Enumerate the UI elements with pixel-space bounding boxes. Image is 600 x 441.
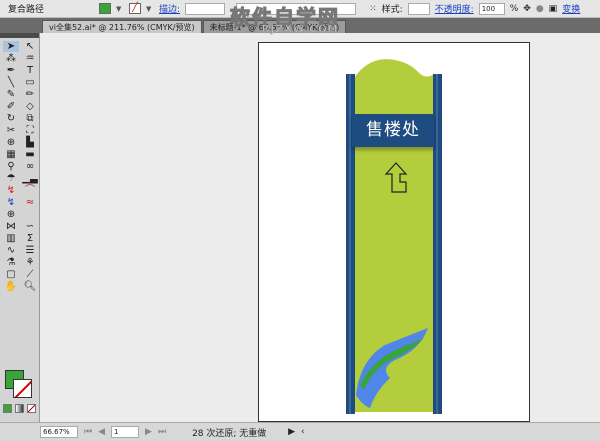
status-menu-icon[interactable]: ▶: [288, 427, 295, 437]
page-dropdown[interactable]: 1: [111, 426, 140, 438]
scroll-left-icon[interactable]: ‹: [301, 427, 305, 437]
prev-page-icon[interactable]: ◀: [98, 427, 105, 437]
watermark-url: RJZXW.COM: [262, 24, 339, 36]
sign-artwork[interactable]: [0, 0, 600, 441]
status-text: 28 次还原; 无重做: [192, 428, 267, 439]
zoom-dropdown[interactable]: 66.67%: [40, 426, 78, 438]
last-page-icon[interactable]: ⏭: [158, 427, 166, 437]
status-bar: 66.67% ⏮ ◀ 1 ▶ ⏭ 28 次还原; 无重做 ▶ ‹: [0, 422, 600, 441]
first-page-icon[interactable]: ⏮: [84, 427, 92, 437]
sign-title: 售楼处: [352, 114, 434, 147]
next-page-icon[interactable]: ▶: [145, 427, 152, 437]
